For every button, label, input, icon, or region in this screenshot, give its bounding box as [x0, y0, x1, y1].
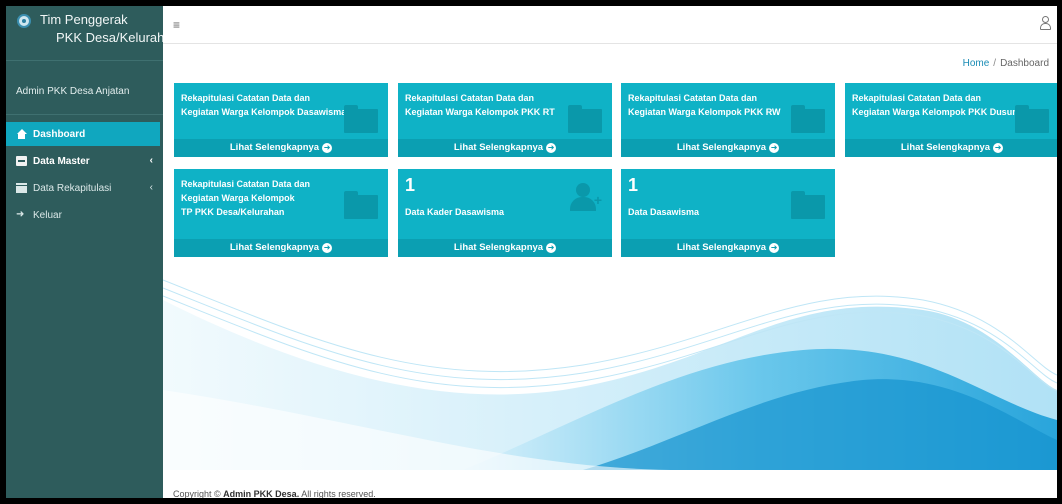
app-window: Tim Penggerak PKK Desa/Kelurahan Admin P… — [6, 6, 1057, 498]
card-rekap-dusun: Rekapitulasi Catatan Data dan Kegiatan W… — [845, 83, 1057, 157]
sidebar-item-data-master[interactable]: Data Master ‹ — [6, 149, 163, 173]
sign-out-icon: ➜ — [16, 209, 25, 220]
card-kader-dasawisma: 1 Data Kader Dasawisma + Lihat Selengkap… — [398, 169, 612, 257]
folder-icon — [791, 105, 825, 133]
user-plus-icon: + — [568, 183, 602, 213]
hamburger-menu-icon[interactable]: ≡ — [173, 18, 180, 32]
sidebar-divider — [6, 114, 163, 115]
sidebar-item-keluar[interactable]: ➜ Keluar — [6, 203, 163, 227]
sidebar-nav: Dashboard Data Master ‹ Data Rekapitulas… — [6, 122, 163, 230]
folder-icon — [344, 105, 378, 133]
sidebar-item-label: Keluar — [33, 209, 62, 221]
folder-icon — [344, 191, 378, 219]
sidebar: Tim Penggerak PKK Desa/Kelurahan Admin P… — [6, 6, 179, 498]
card-rekap-rw: Rekapitulasi Catatan Data dan Kegiatan W… — [621, 83, 835, 157]
brand-title-line2: PKK Desa/Kelurahan — [56, 30, 179, 45]
card-rekap-tp-pkk: Rekapitulasi Catatan Data dan Kegiatan W… — [174, 169, 388, 257]
footer-prefix: Copyright © — [173, 489, 221, 498]
arrow-circle-right-icon: ➜ — [322, 243, 333, 253]
wave-background-image — [163, 279, 1057, 470]
folder-icon — [568, 105, 602, 133]
footer: Copyright © Admin PKK Desa. All rights r… — [173, 489, 376, 498]
card-title: Rekapitulasi Catatan Data dan — [181, 93, 311, 103]
card-more-link[interactable]: Lihat Selengkapnya ➜ — [621, 139, 835, 157]
folder-icon — [1015, 105, 1049, 133]
sidebar-item-label: Dashboard — [33, 128, 86, 140]
card-rekap-rt: Rekapitulasi Catatan Data dan Kegiatan W… — [398, 83, 612, 157]
user-name: Admin PKK Desa Anjatan — [16, 86, 130, 97]
arrow-circle-right-icon: ➜ — [769, 143, 780, 153]
sidebar-item-data-rekapitulasi[interactable]: Data Rekapitulasi ‹ — [6, 176, 163, 200]
chevron-left-icon: ‹ — [149, 182, 153, 193]
user-icon[interactable] — [1039, 16, 1051, 30]
sidebar-item-dashboard[interactable]: Dashboard — [6, 122, 160, 146]
arrow-circle-right-icon: ➜ — [993, 143, 1004, 153]
sidebar-item-label: Data Rekapitulasi — [33, 182, 112, 194]
card-title: Rekapitulasi Catatan Data dan — [852, 93, 982, 103]
breadcrumb-current: Dashboard — [1000, 58, 1049, 69]
card-more-link[interactable]: Lihat Selengkapnya ➜ — [398, 239, 612, 257]
archive-icon — [16, 183, 27, 193]
card-data-dasawisma: 1 Data Dasawisma Lihat Selengkapnya ➜ — [621, 169, 835, 257]
chevron-left-icon: ‹ — [149, 155, 153, 166]
card-more-link[interactable]: Lihat Selengkapnya ➜ — [174, 239, 388, 257]
card-link-label: Lihat Selengkapnya — [453, 242, 544, 253]
breadcrumb: Home / Dashboard — [963, 58, 1049, 69]
breadcrumb-separator: / — [993, 58, 997, 69]
arrow-circle-right-icon: ➜ — [769, 243, 780, 253]
brand[interactable]: Tim Penggerak PKK Desa/Kelurahan — [6, 6, 179, 61]
card-rekap-dasawisma: Rekapitulasi Catatan Data dan Kegiatan W… — [174, 83, 388, 157]
card-link-label: Lihat Selengkapnya — [900, 142, 991, 153]
breadcrumb-home-link[interactable]: Home — [963, 58, 990, 69]
folder-icon — [791, 191, 825, 219]
card-title: Rekapitulasi Catatan Data dan — [628, 93, 758, 103]
box-icon — [16, 156, 27, 166]
footer-suffix: All rights reserved. — [301, 489, 376, 498]
arrow-circle-right-icon: ➜ — [546, 243, 557, 253]
card-more-link[interactable]: Lihat Selengkapnya ➜ — [174, 139, 388, 157]
topbar: ≡ — [163, 6, 1057, 44]
card-more-link[interactable]: Lihat Selengkapnya ➜ — [845, 139, 1057, 157]
card-more-link[interactable]: Lihat Selengkapnya ➜ — [621, 239, 835, 257]
card-title: Rekapitulasi Catatan Data dan — [405, 93, 535, 103]
arrow-circle-right-icon: ➜ — [322, 143, 333, 153]
card-more-link[interactable]: Lihat Selengkapnya ➜ — [398, 139, 612, 157]
card-link-label: Lihat Selengkapnya — [229, 142, 320, 153]
home-icon — [16, 129, 27, 139]
brand-title-line1: Tim Penggerak — [40, 12, 128, 27]
footer-owner: Admin PKK Desa. — [223, 489, 300, 498]
pkk-logo-icon — [17, 14, 31, 28]
card-link-label: Lihat Selengkapnya — [676, 142, 767, 153]
card-link-label: Lihat Selengkapnya — [229, 242, 320, 253]
card-link-label: Lihat Selengkapnya — [453, 142, 544, 153]
arrow-circle-right-icon: ➜ — [546, 143, 557, 153]
card-link-label: Lihat Selengkapnya — [676, 242, 767, 253]
sidebar-item-label: Data Master — [33, 155, 90, 167]
card-title: Rekapitulasi Catatan Data dan — [181, 179, 311, 189]
